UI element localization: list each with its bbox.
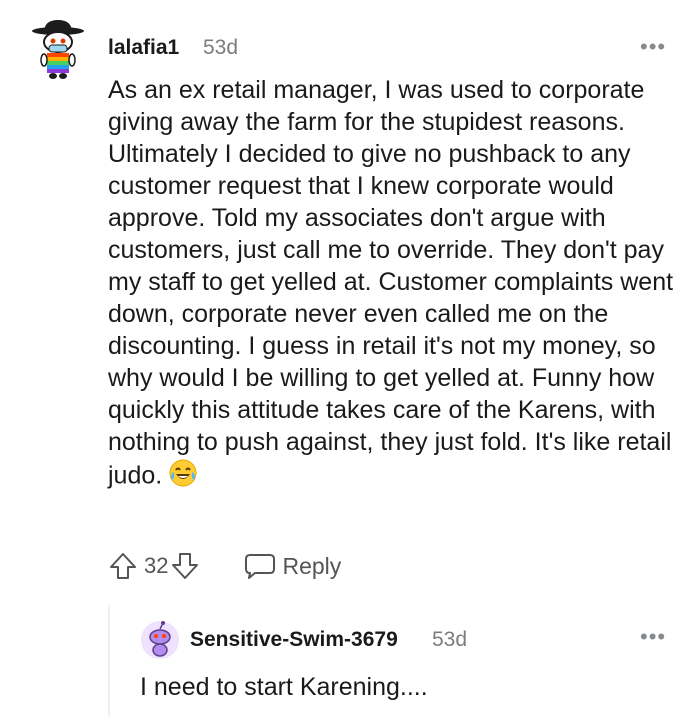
reply-button[interactable]: Reply <box>244 552 341 580</box>
more-options-icon[interactable]: ••• <box>640 624 666 650</box>
upvote-icon[interactable] <box>108 551 138 581</box>
reply-label: Reply <box>282 552 342 579</box>
user-avatar-icon <box>141 621 179 659</box>
avatar[interactable] <box>28 18 88 80</box>
downvote-icon[interactable] <box>170 551 200 581</box>
reply-text: I need to start Karening.... <box>140 673 428 701</box>
user-avatar-icon <box>32 20 84 79</box>
comment-username[interactable]: lalafia1 <box>108 36 179 60</box>
more-options-icon[interactable]: ••• <box>640 34 666 60</box>
comment-timestamp: 53d <box>203 36 239 59</box>
chat-bubble-icon <box>244 552 276 580</box>
comment-actions: 32 Reply <box>108 548 341 584</box>
laughing-tears-emoji-icon <box>168 458 198 496</box>
thread-line[interactable] <box>108 605 110 717</box>
comment-text: As an ex retail manager, I was used to c… <box>108 76 674 490</box>
vote-count: 32 <box>144 553 169 578</box>
reply-username[interactable]: Sensitive-Swim-3679 <box>190 628 398 652</box>
comment-body: As an ex retail manager, I was used to c… <box>108 74 678 496</box>
reply-timestamp: 53d <box>432 628 468 651</box>
reply-avatar[interactable] <box>140 620 180 660</box>
